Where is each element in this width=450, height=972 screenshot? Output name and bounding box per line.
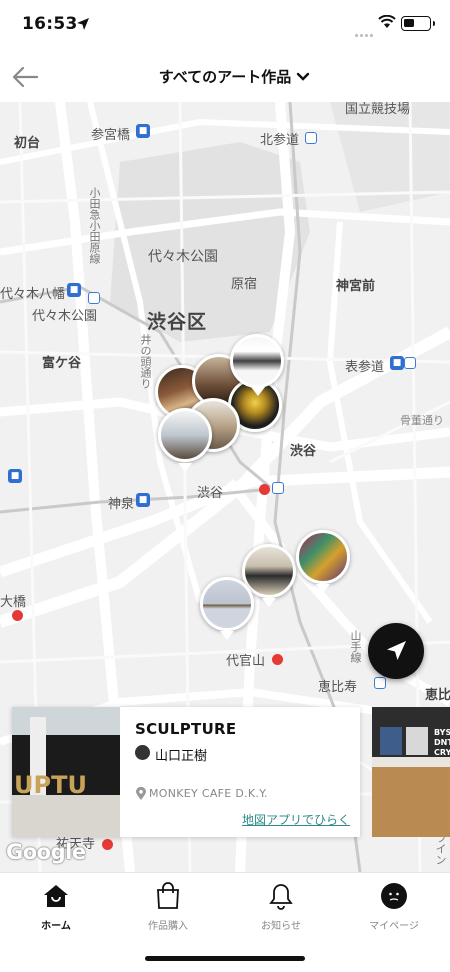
station-icon: ■ bbox=[136, 493, 150, 507]
map-label: 山手線 bbox=[349, 630, 362, 663]
svg-text:BYS: BYS bbox=[434, 728, 450, 737]
tab-notifications[interactable]: お知らせ bbox=[225, 881, 337, 932]
station-pin-icon bbox=[102, 839, 113, 850]
artwork-marker[interactable] bbox=[200, 577, 254, 631]
shopping-bag-icon bbox=[157, 882, 179, 909]
location-pin-icon bbox=[136, 787, 146, 800]
metro-icon bbox=[88, 292, 100, 304]
tab-label: お知らせ bbox=[261, 921, 301, 932]
bell-icon bbox=[269, 884, 293, 910]
station-icon: ■ bbox=[67, 283, 81, 297]
tab-label: マイページ bbox=[369, 921, 419, 932]
map-label: 代々木公園 bbox=[32, 309, 98, 324]
map-label: 代官山 bbox=[226, 654, 266, 669]
svg-text:CRY: CRY bbox=[434, 748, 450, 757]
map-label: 表参道 bbox=[345, 360, 385, 375]
home-indicator bbox=[145, 956, 305, 961]
station-pin-icon bbox=[12, 610, 23, 621]
tab-label: 作品購入 bbox=[148, 921, 188, 932]
artwork-card-next[interactable]: BYS DNT CRY bbox=[372, 707, 450, 837]
artist-name: 山口正樹 bbox=[155, 749, 208, 764]
battery-icon bbox=[401, 16, 435, 31]
map-label: 初台 bbox=[14, 136, 41, 151]
map-label: 参宮橋 bbox=[91, 128, 131, 143]
artwork-marker[interactable] bbox=[158, 408, 212, 462]
station-icon: ■ bbox=[8, 469, 22, 483]
navigation-arrow-icon bbox=[387, 641, 406, 660]
current-location-button[interactable] bbox=[368, 623, 424, 679]
svg-text:DNT: DNT bbox=[434, 738, 450, 747]
map-label: 恵比 bbox=[425, 688, 450, 703]
map-label: 小田急小田原線 bbox=[88, 187, 101, 264]
avatar-icon bbox=[381, 883, 407, 909]
map-label: 大橋 bbox=[0, 595, 27, 610]
location-arrow-icon bbox=[77, 18, 89, 30]
artwork-card[interactable]: UPTU SCULPTURE 山口正樹 MONKEY CAFE D.K.Y. 地… bbox=[12, 707, 360, 837]
sculpture-letters: UPTU bbox=[14, 771, 87, 799]
map-label: 井の頭通り bbox=[139, 334, 152, 389]
metro-icon bbox=[374, 677, 386, 689]
page-title[interactable]: すべてのアート作品 bbox=[0, 66, 450, 87]
map-label: 国立競技場 bbox=[345, 102, 411, 117]
artwork-marker[interactable] bbox=[296, 530, 350, 584]
metro-icon bbox=[272, 482, 284, 494]
map-label: 神泉 bbox=[108, 497, 135, 512]
artwork-location: MONKEY CAFE D.K.Y. bbox=[149, 787, 268, 800]
home-icon bbox=[44, 885, 68, 907]
metro-icon bbox=[305, 132, 317, 144]
map-label: 渋谷区 bbox=[147, 311, 208, 333]
map-label: 恵比寿 bbox=[318, 680, 358, 695]
map-label: 富ケ谷 bbox=[42, 356, 82, 371]
map-label: 原宿 bbox=[231, 277, 258, 292]
station-pin-icon bbox=[259, 484, 270, 495]
google-logo: Google bbox=[6, 840, 86, 864]
map-label: 北参道 bbox=[260, 133, 300, 148]
map-label: 神宮前 bbox=[336, 279, 376, 294]
chevron-down-icon[interactable] bbox=[296, 72, 310, 82]
station-icon: ■ bbox=[136, 124, 150, 138]
status-bar: 16:53 bbox=[0, 0, 450, 52]
map-label: 代々木八幡 bbox=[0, 287, 66, 302]
map-label: 代々木公園 bbox=[148, 249, 218, 265]
tab-purchase[interactable]: 作品購入 bbox=[112, 881, 224, 932]
map-label: 渋谷 bbox=[290, 444, 317, 459]
status-time: 16:53 bbox=[22, 14, 78, 34]
artwork-marker[interactable] bbox=[230, 334, 284, 388]
artwork-thumbnail[interactable]: UPTU bbox=[12, 707, 120, 837]
tab-mypage[interactable]: マイページ bbox=[338, 881, 450, 932]
map-label: 渋谷 bbox=[197, 486, 224, 501]
header: すべてのアート作品 bbox=[0, 52, 450, 102]
wifi-icon bbox=[378, 15, 396, 28]
artist-avatar bbox=[135, 745, 150, 760]
signal-icon bbox=[355, 22, 375, 37]
open-in-maps-link[interactable]: 地図アプリでひらく bbox=[242, 811, 350, 828]
station-pin-icon bbox=[272, 654, 283, 665]
artwork-title: SCULPTURE bbox=[135, 720, 237, 738]
tab-home[interactable]: ホーム bbox=[0, 881, 112, 932]
station-icon: ■ bbox=[390, 356, 404, 370]
metro-icon bbox=[404, 357, 416, 369]
map-label: 骨董通り bbox=[400, 414, 444, 427]
tab-bar: ホーム 作品購入 お知らせ マイページ bbox=[0, 872, 450, 972]
tab-label: ホーム bbox=[41, 921, 71, 932]
